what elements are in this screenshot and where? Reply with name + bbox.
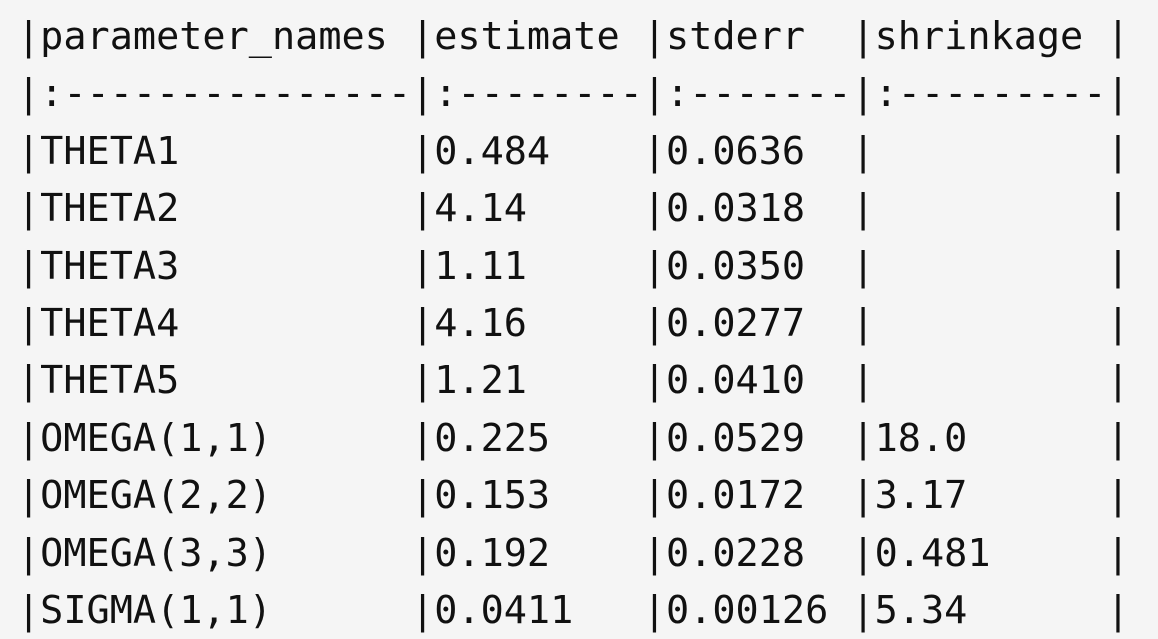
- table-row-theta3: |THETA3 |1.11 |0.0350 | |: [17, 243, 1130, 289]
- table-header-row: |parameter_names |estimate |stderr |shri…: [17, 14, 1130, 59]
- table-separator-row: |:---------------|:--------|:-------|:--…: [17, 71, 1130, 117]
- table-row-theta5: |THETA5 |1.21 |0.0410 | |: [17, 358, 1130, 404]
- table-row-omega-1-1: |OMEGA(1,1) |0.225 |0.0529 |18.0 |: [17, 415, 1130, 461]
- table-row-sigma-1-1: |SIGMA(1,1) |0.0411 |0.00126 |5.34 |: [17, 587, 1130, 633]
- table-row-theta2: |THETA2 |4.14 |0.0318 | |: [17, 186, 1130, 232]
- table-row-theta1: |THETA1 |0.484 |0.0636 | |: [17, 128, 1130, 174]
- table-row-theta4: |THETA4 |4.16 |0.0277 | |: [17, 300, 1130, 346]
- markdown-table-code-block: |parameter_names |estimate |stderr |shri…: [0, 0, 1158, 634]
- table-row-omega-3-3: |OMEGA(3,3) |0.192 |0.0228 |0.481 |: [17, 530, 1130, 576]
- table-row-omega-2-2: |OMEGA(2,2) |0.153 |0.0172 |3.17 |: [17, 473, 1130, 519]
